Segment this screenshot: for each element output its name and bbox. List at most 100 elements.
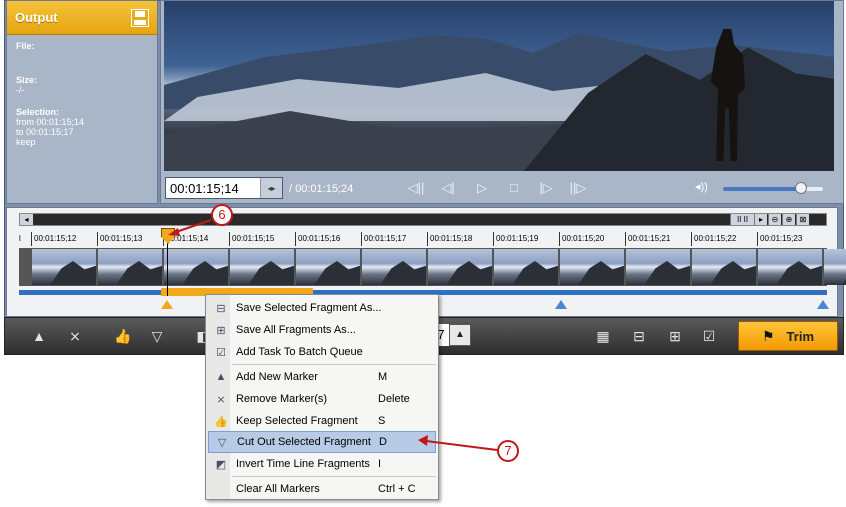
timecode-spin-icon[interactable]: ◂▸ (260, 178, 282, 198)
save-fragment-icon[interactable]: ⊟ (627, 326, 651, 346)
callout-7: 7 (497, 440, 519, 462)
ruler-tick: 00:01:15;21 (625, 232, 670, 246)
thumbs-up-icon: 👍 (214, 415, 228, 428)
volume-knob[interactable] (795, 182, 807, 194)
menu-item-label: Save Selected Fragment As... (236, 302, 382, 314)
context-menu: ⊟ Save Selected Fragment As... ⊞ Save Al… (205, 294, 439, 500)
remove-marker-menu-icon: ⨯ (216, 393, 226, 406)
ruler-tick: 00:01:15;22 (691, 232, 736, 246)
menu-item-label: Cut Out Selected Fragment (237, 436, 371, 448)
volume-icon[interactable]: ◂)) (695, 180, 708, 193)
volume-fill (723, 187, 801, 191)
menu-item-label: Invert Time Line Fragments (236, 458, 370, 470)
frame-thumbnail[interactable] (560, 249, 624, 285)
scroll-left-icon[interactable]: ◂ (20, 214, 33, 225)
add-marker-icon[interactable]: ▲ (27, 326, 51, 346)
size-label: Size: (16, 75, 38, 85)
ruler-tick: 00:01:15;20 (559, 232, 604, 246)
zoom-in-icon[interactable]: ⊕ (782, 214, 795, 225)
menu-item-shortcut: D (379, 436, 387, 448)
pause-icon[interactable]: II II (730, 214, 754, 225)
step-back-icon[interactable]: ◁| (437, 179, 459, 197)
menu-item-keep-fragment[interactable]: 👍 Keep Selected Fragment S (208, 410, 436, 432)
marker-counter[interactable]: 7 ▲ (433, 324, 479, 346)
menu-item-shortcut: I (378, 458, 382, 470)
frame-thumbnail[interactable] (296, 249, 360, 285)
scroll-right-icon[interactable]: ▸ (754, 214, 767, 225)
frame-thumbnail[interactable] (692, 249, 756, 285)
cut-fragment-icon[interactable]: ▽ (145, 326, 169, 346)
menu-item-label: Clear All Markers (236, 483, 320, 495)
size-value: -/- (16, 85, 25, 95)
frame-thumbnail[interactable] (758, 249, 822, 285)
player-controls: 00:01:15;14 ◂▸ / 00:01:15;24 ◁|| ◁| ▷ □ … (161, 173, 843, 203)
timeline-scrollbar[interactable]: ◂ II II ▸ ⊖ ⊕ ⊠ (19, 213, 827, 226)
selection-from: from 00:01:15;14 (16, 117, 85, 127)
ruler-tick: 00:01:15;23 (757, 232, 802, 246)
flag-icon: ⚑ (761, 327, 775, 344)
output-info: File: Size: -/- Selection: from 00:01:15… (7, 35, 157, 153)
player-panel: 00:01:15;14 ◂▸ / 00:01:15;24 ◁|| ◁| ▷ □ … (160, 0, 844, 204)
selection-to: to 00:01:15;17 (16, 127, 74, 137)
menu-item-clear-markers[interactable]: Clear All Markers Ctrl + C (208, 478, 436, 500)
invert-menu-icon: ◩ (215, 458, 227, 471)
save-all-fragments-icon: ⊞ (216, 324, 226, 337)
stop-icon[interactable]: □ (503, 179, 525, 197)
menu-item-shortcut: Delete (378, 393, 410, 405)
timeline-ruler: l 00:01:15;12 00:01:15;13 00:01:15;14 00:01… (19, 232, 827, 246)
output-header: Output (7, 1, 157, 35)
step-forward-icon[interactable]: |▷ (535, 179, 557, 197)
selection-label: Selection: (16, 107, 60, 117)
menu-item-cut-fragment[interactable]: ▽ Cut Out Selected Fragment D (208, 431, 436, 453)
ruler-tick: 00:01:15;17 (361, 232, 406, 246)
frame-thumbnail[interactable] (164, 249, 228, 285)
callout-6: 6 (211, 204, 233, 226)
remove-marker-icon[interactable]: ⨯ (63, 326, 87, 346)
blank-icon (210, 480, 232, 498)
skip-to-end-icon[interactable]: ||▷ (567, 179, 589, 197)
frame-thumbnail[interactable] (626, 249, 690, 285)
selection-action: keep (16, 137, 36, 147)
marker-blue[interactable] (555, 300, 567, 309)
output-panel: Output File: Size: -/- Selection: from 0… (6, 0, 158, 204)
total-duration: / 00:01:15;24 (289, 183, 354, 195)
menu-item-shortcut: Ctrl + C (378, 483, 416, 495)
play-icon[interactable]: ▷ (471, 179, 493, 197)
menu-item-remove-marker[interactable]: ⨯ Remove Marker(s) Delete (208, 388, 436, 410)
film-icon[interactable]: ▦ (591, 326, 615, 346)
save-all-icon[interactable]: ⊞ (663, 326, 687, 346)
frame-strip[interactable] (19, 248, 846, 286)
menu-item-batch-queue[interactable]: ☑ Add Task To Batch Queue (208, 341, 436, 363)
batch-queue-check-icon: ☑ (216, 346, 226, 359)
skip-to-start-icon[interactable]: ◁|| (405, 179, 427, 197)
frame-thumbnail[interactable] (428, 249, 492, 285)
zoom-fit-icon[interactable]: ⊠ (796, 214, 809, 225)
menu-separator (232, 476, 436, 477)
output-title: Output (15, 10, 58, 25)
frame-thumbnail[interactable] (98, 249, 162, 285)
counter-up-icon[interactable]: ▲ (449, 324, 471, 346)
trim-label: Trim (786, 328, 815, 344)
menu-item-invert[interactable]: ◩ Invert Time Line Fragments I (208, 453, 436, 475)
menu-item-save-all[interactable]: ⊞ Save All Fragments As... (208, 319, 436, 341)
frame-thumbnail[interactable] (362, 249, 426, 285)
timecode-field[interactable]: 00:01:15;14 ◂▸ (165, 177, 283, 199)
timecode-value[interactable]: 00:01:15;14 (166, 181, 260, 196)
ruler-tick: 00:01:15;18 (427, 232, 472, 246)
marker-orange[interactable] (161, 300, 173, 309)
keep-fragment-icon[interactable]: 👍 (111, 326, 135, 346)
frame-thumbnail[interactable] (494, 249, 558, 285)
trim-button[interactable]: ⚑ Trim (738, 321, 838, 351)
frame-thumbnail[interactable] (230, 249, 294, 285)
video-preview (164, 1, 834, 171)
menu-item-label: Save All Fragments As... (236, 324, 356, 336)
ruler-tick: 00:01:15;16 (295, 232, 340, 246)
marker-blue-end[interactable] (817, 300, 829, 309)
menu-item-save-selected[interactable]: ⊟ Save Selected Fragment As... (208, 297, 436, 319)
zoom-out-icon[interactable]: ⊖ (768, 214, 781, 225)
batch-queue-icon[interactable]: ☑ (697, 326, 721, 346)
frame-thumbnail[interactable] (824, 249, 846, 285)
save-icon[interactable] (131, 8, 149, 27)
menu-item-add-marker[interactable]: ▲ Add New Marker M (208, 366, 436, 388)
frame-thumbnail[interactable] (32, 249, 96, 285)
